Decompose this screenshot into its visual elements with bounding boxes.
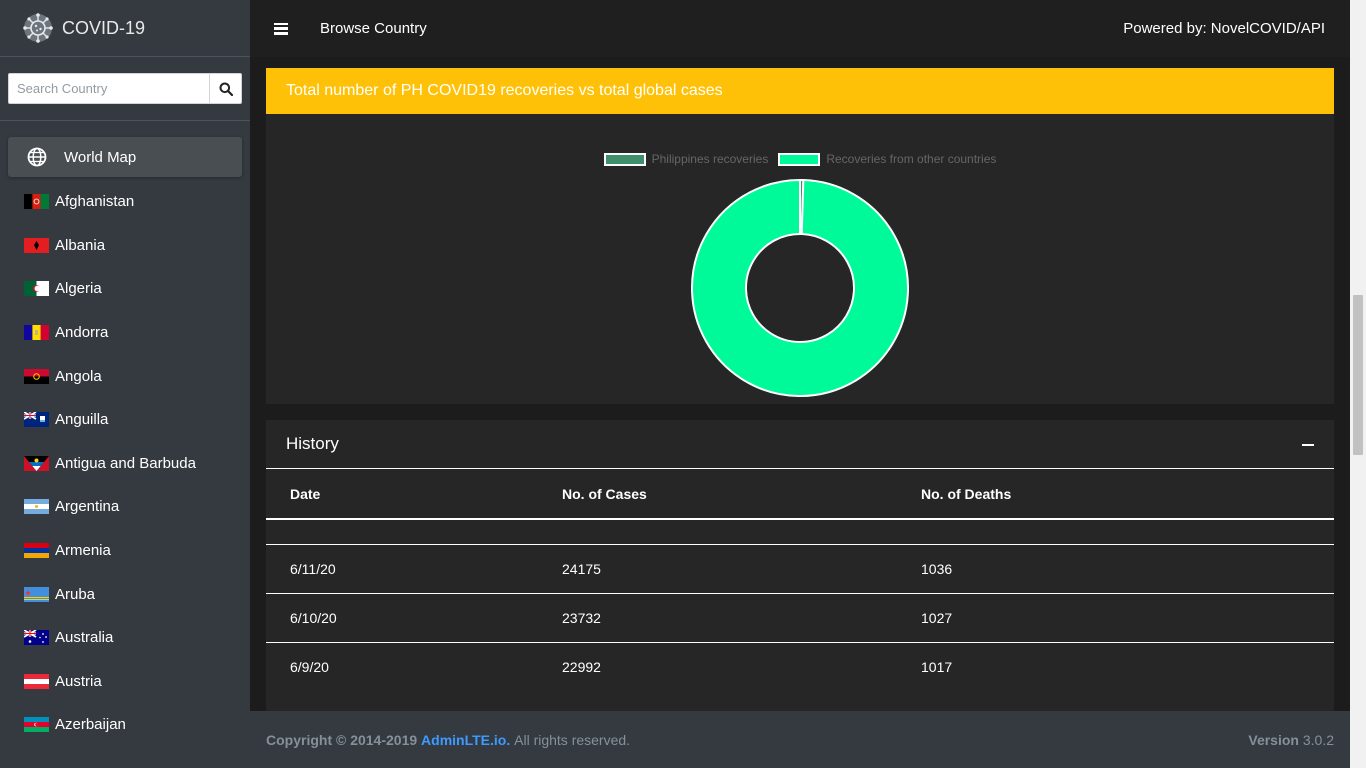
sidebar: COVID-19 World Map Afghanistan	[0, 0, 250, 768]
history-table: Date No. of Cases No. of Deaths 6/11/20 …	[266, 469, 1334, 691]
footer-copyright: Copyright © 2014-2019	[266, 731, 418, 748]
sidebar-item-label: Andorra	[55, 324, 109, 342]
sidebar-item-label: Angola	[55, 367, 102, 385]
albania-flag-icon	[24, 237, 49, 253]
search-group	[8, 73, 242, 104]
sidebar-item-label: Australia	[55, 629, 114, 647]
sidebar-item-label: Argentina	[55, 498, 120, 516]
history-header: History	[266, 420, 1334, 469]
version-label: Version	[1248, 731, 1299, 748]
top-navbar: Browse Country Powered by: NovelCOVID/AP…	[250, 0, 1350, 57]
page-title[interactable]: Browse Country	[320, 20, 427, 37]
sidebar-item-label: Azerbaijan	[55, 716, 126, 734]
sidebar-item-label: Armenia	[55, 542, 111, 560]
sidebar-item-armenia[interactable]: Armenia	[8, 529, 242, 573]
andorra-flag-icon	[24, 325, 49, 341]
cell-deaths: 1036	[897, 543, 1334, 593]
sidebar-item-angola[interactable]: Angola	[8, 354, 242, 398]
sidebar-nav: World Map Afghanistan Albania Algeria An…	[0, 121, 250, 747]
legend-swatch-ph	[603, 152, 646, 166]
armenia-flag-icon	[24, 543, 49, 559]
cell-date: 6/10/20	[266, 592, 538, 642]
legend-label-other: Recoveries from other countries	[826, 152, 997, 166]
sidebar-item-anguilla[interactable]: Anguilla	[8, 398, 242, 442]
brand-link[interactable]: COVID-19	[0, 0, 250, 57]
search-input[interactable]	[8, 73, 209, 104]
sidebar-item-label: Afghanistan	[55, 193, 135, 211]
version-number: 3.0.2	[1298, 731, 1334, 748]
sidebar-item-label: Austria	[55, 672, 102, 690]
cell-date: 6/9/20	[266, 641, 538, 691]
sidebar-item-azerbaijan[interactable]: Azerbaijan	[8, 703, 242, 747]
table-row	[266, 518, 1334, 544]
footer-rights: All rights reserved.	[514, 731, 631, 748]
austria-flag-icon	[24, 673, 49, 689]
legend-label-ph: Philippines recoveries	[651, 152, 769, 166]
column-header-date: Date	[266, 469, 538, 520]
cell-cases: 23732	[538, 592, 897, 642]
sidebar-item-label: Aruba	[55, 585, 96, 603]
menu-toggle-icon[interactable]	[274, 22, 288, 35]
sidebar-item-label: Algeria	[55, 280, 102, 298]
australia-flag-icon	[24, 630, 49, 646]
doughnut-chart[interactable]	[690, 178, 910, 398]
sidebar-item-algeria[interactable]: Algeria	[8, 267, 242, 311]
chart-legend: Philippines recoveries Recoveries from o…	[266, 152, 1334, 166]
sidebar-item-australia[interactable]: Australia	[8, 616, 242, 660]
version-info: Version 3.0.2	[1248, 732, 1334, 748]
sidebar-item-argentina[interactable]: Argentina	[8, 485, 242, 529]
legend-item-ph[interactable]: Philippines recoveries	[603, 152, 769, 166]
history-title: History	[286, 434, 339, 453]
anguilla-flag-icon	[24, 412, 49, 428]
sidebar-item-albania[interactable]: Albania	[8, 224, 242, 268]
argentina-flag-icon	[24, 499, 49, 515]
recoveries-chart-card: Total number of PH COVID19 recoveries vs…	[266, 68, 1334, 404]
sidebar-item-label: World Map	[64, 148, 137, 166]
angola-flag-icon	[24, 368, 49, 384]
cell-cases: 24175	[538, 543, 897, 593]
table-row: 6/11/20 24175 1036	[266, 543, 1334, 593]
sidebar-item-label: Albania	[55, 236, 106, 254]
powered-by-text: Powered by: NovelCOVID/API	[1123, 20, 1325, 37]
virus-logo-icon	[23, 13, 53, 43]
sidebar-item-aruba[interactable]: Aruba	[8, 572, 242, 616]
cell-cases: 22992	[538, 641, 897, 691]
sidebar-item-antigua-and-barbuda[interactable]: Antigua and Barbuda	[8, 442, 242, 486]
azerbaijan-flag-icon	[24, 717, 49, 733]
main-content: Total number of PH COVID19 recoveries vs…	[250, 57, 1350, 711]
globe-icon	[27, 147, 47, 167]
search-button[interactable]	[209, 73, 242, 104]
collapse-minus-icon[interactable]	[1302, 444, 1314, 446]
sidebar-item-andorra[interactable]: Andorra	[8, 311, 242, 355]
table-header-row: Date No. of Cases No. of Deaths	[266, 469, 1334, 520]
brand-title: COVID-19	[62, 17, 146, 38]
chart-card-title: Total number of PH COVID19 recoveries vs…	[266, 68, 1334, 114]
sidebar-item-label: Anguilla	[55, 411, 109, 429]
aruba-flag-icon	[24, 586, 49, 602]
sidebar-item-world-map[interactable]: World Map	[8, 137, 242, 177]
search-icon	[219, 82, 233, 96]
column-header-cases: No. of Cases	[538, 469, 897, 520]
adminlte-link[interactable]: AdminLTE.io.	[421, 732, 510, 748]
algeria-flag-icon	[24, 281, 49, 297]
sidebar-item-afghanistan[interactable]: Afghanistan	[8, 180, 242, 224]
cell-deaths: 1027	[897, 592, 1334, 642]
doughnut-slice-other-countries[interactable]	[691, 178, 909, 397]
cell-deaths: 1017	[897, 641, 1334, 691]
page-scrollbar[interactable]	[1350, 0, 1366, 768]
legend-item-other[interactable]: Recoveries from other countries	[778, 152, 996, 166]
table-row: 6/9/20 22992 1017	[266, 641, 1334, 691]
sidebar-item-austria[interactable]: Austria	[8, 660, 242, 704]
scrollbar-thumb[interactable]	[1353, 295, 1363, 455]
sidebar-item-label: Antigua and Barbuda	[55, 454, 196, 472]
column-header-deaths: No. of Deaths	[897, 469, 1334, 520]
antigua-and-barbuda-flag-icon	[24, 455, 49, 471]
footer: Copyright © 2014-2019 AdminLTE.io. All r…	[250, 711, 1350, 768]
afghanistan-flag-icon	[24, 194, 49, 210]
history-card: History Date No. of Cases No. of Deaths …	[266, 420, 1334, 711]
table-row: 6/10/20 23732 1027	[266, 592, 1334, 642]
legend-swatch-other	[778, 152, 821, 166]
cell-date: 6/11/20	[266, 543, 538, 593]
